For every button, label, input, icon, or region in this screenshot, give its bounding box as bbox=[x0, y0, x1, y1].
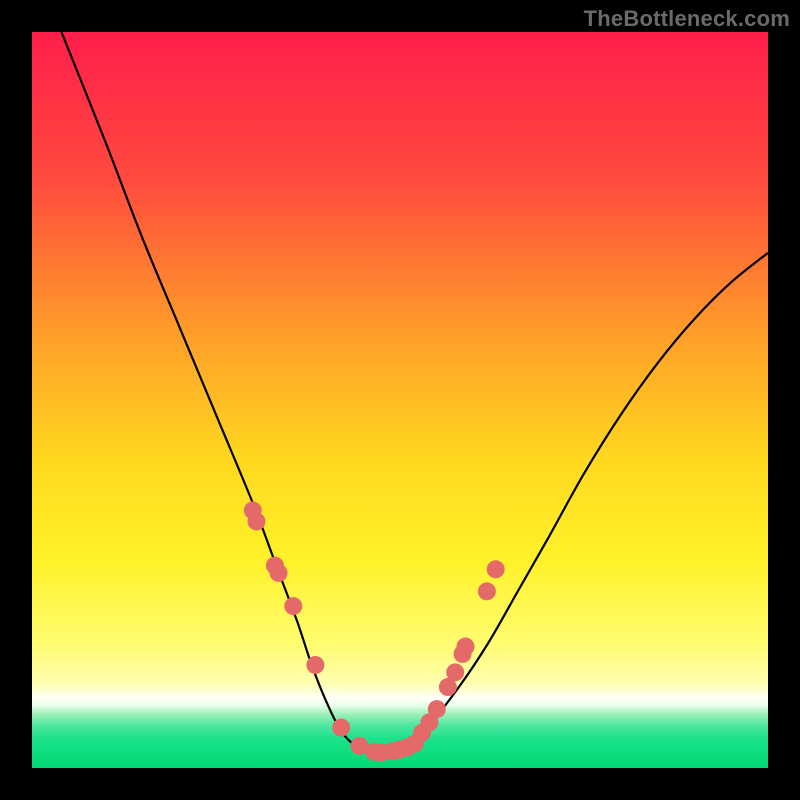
plot-area bbox=[32, 32, 768, 768]
data-marker bbox=[270, 564, 288, 582]
data-marker bbox=[478, 582, 496, 600]
data-marker bbox=[247, 512, 265, 530]
data-marker bbox=[457, 638, 475, 656]
data-marker bbox=[284, 597, 302, 615]
data-marker bbox=[306, 656, 324, 674]
data-marker bbox=[332, 719, 350, 737]
data-marker bbox=[446, 663, 464, 681]
curve-layer bbox=[32, 32, 768, 768]
data-markers bbox=[244, 501, 505, 761]
data-marker bbox=[428, 700, 446, 718]
chart-frame: TheBottleneck.com bbox=[0, 0, 800, 800]
data-marker bbox=[487, 560, 505, 578]
watermark-text: TheBottleneck.com bbox=[584, 6, 790, 32]
bottleneck-curve bbox=[61, 32, 768, 754]
